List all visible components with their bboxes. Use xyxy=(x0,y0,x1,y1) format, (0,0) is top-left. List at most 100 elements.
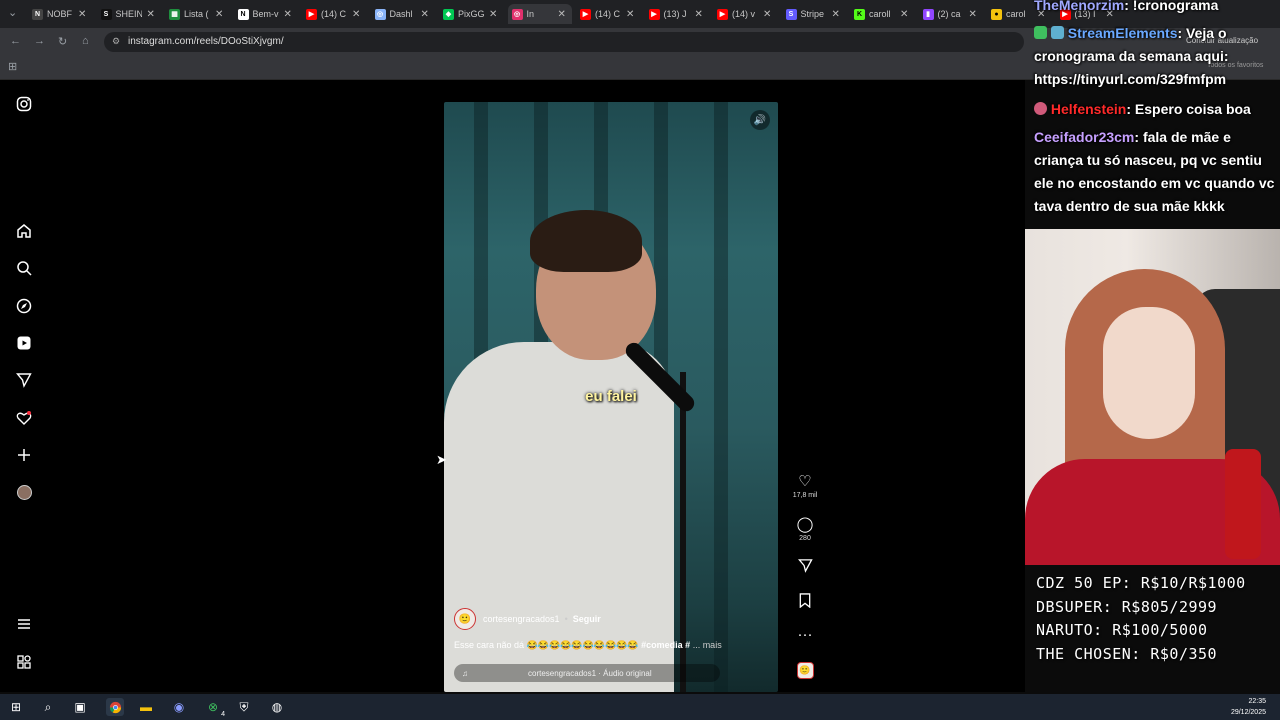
task-view-icon[interactable]: ▣ xyxy=(72,699,88,715)
comment-button[interactable]: ◯ 280 xyxy=(790,515,820,542)
audio-track[interactable]: ♫ cortesengracados1 · Áudio original xyxy=(454,664,720,682)
reels-icon[interactable] xyxy=(14,333,34,353)
close-tab-icon[interactable]: ✕ xyxy=(215,9,223,20)
reel-author[interactable]: 🙂 cortesengracados1 • Seguir xyxy=(454,608,601,630)
close-tab-icon[interactable]: ✕ xyxy=(78,9,86,20)
create-icon[interactable] xyxy=(14,445,34,465)
close-tab-icon[interactable]: ✕ xyxy=(489,9,497,20)
nobf-favicon-icon: N xyxy=(32,8,43,20)
dashboard-favicon-icon: ◎ xyxy=(374,8,386,20)
file-explorer-icon[interactable]: ▬ xyxy=(138,699,154,715)
windows-start-icon[interactable]: ⊞ xyxy=(8,699,24,715)
tab-search-icon[interactable]: ⌄ xyxy=(8,6,17,19)
discord-icon[interactable]: ◉ xyxy=(171,699,187,715)
more-menu-icon[interactable] xyxy=(14,614,34,634)
author-avatar[interactable]: 🙂 xyxy=(454,608,476,630)
reload-icon[interactable]: ↻ xyxy=(58,35,67,48)
browser-tab[interactable]: ▶ (14) C ✕ xyxy=(576,4,641,24)
tab-title: Lista ( xyxy=(184,9,209,19)
profile-icon[interactable] xyxy=(14,482,34,502)
caption-hashtag[interactable]: #comedia # xyxy=(641,640,690,650)
forward-icon[interactable]: → xyxy=(34,35,45,47)
bookmark-icon[interactable] xyxy=(798,593,812,609)
browser-tab[interactable]: Kcaroll ✕ xyxy=(850,4,915,24)
share-button[interactable] xyxy=(790,558,820,578)
browser-tab[interactable]: ▦ Lista (✕ xyxy=(165,4,230,24)
security-icon[interactable]: ⛨ xyxy=(236,699,252,715)
likes-count: 17,8 mil xyxy=(792,492,818,499)
heart-icon[interactable]: ♡ xyxy=(790,472,820,490)
instagram-logo-icon[interactable] xyxy=(14,94,34,114)
browser-tab[interactable]: ▮ (2) ca ✕ xyxy=(919,4,984,24)
close-tab-icon[interactable]: ✕ xyxy=(832,9,840,20)
more-options-icon[interactable]: ··· xyxy=(790,626,820,643)
browser-tab[interactable]: ◎ Dashl ✕ xyxy=(371,4,436,24)
system-clock[interactable]: 22:35 29/12/2025 xyxy=(1231,696,1266,718)
taskbar-search-icon[interactable]: ⌕ xyxy=(40,699,56,715)
audio-thumb-icon[interactable]: 🙂 xyxy=(796,662,814,679)
author-username[interactable]: cortesengracados1 xyxy=(483,614,560,624)
back-icon[interactable]: ← xyxy=(10,35,21,47)
browser-tab[interactable]: ▶ (13) J ✕ xyxy=(645,4,710,24)
close-tab-icon[interactable]: ✕ xyxy=(147,9,155,20)
close-tab-icon[interactable]: ✕ xyxy=(900,9,908,20)
browser-tab[interactable]: ◆ PixGG ✕ xyxy=(439,4,504,24)
browser-tab[interactable]: N NOBF ✕ xyxy=(28,4,93,24)
site-info-icon[interactable]: ⚙ xyxy=(112,36,120,47)
follow-button[interactable]: Seguir xyxy=(573,614,601,624)
browser-tab[interactable]: S Stripe ✕ xyxy=(782,4,847,24)
home-icon[interactable] xyxy=(14,221,34,241)
close-tab-icon[interactable]: ✕ xyxy=(969,9,977,20)
chat-text: : Espero coisa boa xyxy=(1126,101,1251,117)
comment-icon[interactable]: ◯ xyxy=(790,515,820,533)
tab-title: caroll xyxy=(869,9,891,19)
tab-title: (13) J xyxy=(663,9,687,19)
explore-icon[interactable] xyxy=(14,296,34,316)
close-tab-icon[interactable]: ✕ xyxy=(558,9,566,20)
close-tab-icon[interactable]: ✕ xyxy=(421,9,429,20)
instagram-favicon-icon: ◎ xyxy=(511,8,523,20)
reel-video[interactable]: eu falei 🔊 🙂 cortesengracados1 • Seguir … xyxy=(444,102,778,692)
notion-favicon-icon: N xyxy=(237,8,249,20)
close-tab-icon[interactable]: ✕ xyxy=(284,9,292,20)
close-tab-icon[interactable]: ✕ xyxy=(695,9,703,20)
xbox-icon[interactable]: ⊗ 4 xyxy=(205,699,225,718)
close-tab-icon[interactable]: ✕ xyxy=(626,9,634,20)
goal-line: NARUTO: R$100/5000 xyxy=(1036,621,1208,639)
apps-grid-icon[interactable]: ⊞ xyxy=(8,60,17,73)
chrome-icon[interactable] xyxy=(106,698,124,716)
like-button[interactable]: ♡ 17,8 mil xyxy=(790,472,820,499)
browser-tab[interactable]: S SHEIN ✕ xyxy=(97,4,162,24)
tab-title: (14) C xyxy=(321,9,347,19)
address-bar[interactable]: ⚙ instagram.com/reels/DOoStiXjvgm/ xyxy=(104,32,1024,52)
browser-tab[interactable]: ◎ In ✕ xyxy=(507,4,572,24)
more-options-button[interactable]: ··· xyxy=(790,626,820,643)
chat-message: Ceeifador23cm: fala de mãe e criança tu … xyxy=(1034,126,1278,218)
url-text: instagram.com/reels/DOoStiXjvgm/ xyxy=(128,36,284,47)
volume-icon[interactable]: 🔊 xyxy=(750,110,770,130)
save-button[interactable] xyxy=(790,593,820,613)
audio-thumbnail[interactable]: 🙂 xyxy=(790,662,820,679)
notifications-icon[interactable] xyxy=(14,408,34,428)
audio-label[interactable]: cortesengracados1 · Áudio original xyxy=(528,669,652,678)
kick-favicon-icon: K xyxy=(854,8,865,20)
caption-more-link[interactable]: ... mais xyxy=(693,640,722,650)
browser-tab[interactable]: ▶ (14) v ✕ xyxy=(713,4,778,24)
browser-tab[interactable]: N Bem-v ✕ xyxy=(234,4,299,24)
tab-title: Dashl xyxy=(389,9,413,19)
pixgg-favicon-icon: ◆ xyxy=(443,8,454,20)
music-note-icon: ♫ xyxy=(462,668,468,678)
home-browser-icon[interactable]: ⌂ xyxy=(82,35,89,47)
caption-text: Esse cara não dá xyxy=(454,640,525,650)
tab-title: (14) v xyxy=(732,9,756,19)
comedian-hair xyxy=(530,210,642,272)
share-icon[interactable] xyxy=(797,558,813,573)
search-icon[interactable] xyxy=(14,258,34,278)
close-tab-icon[interactable]: ✕ xyxy=(763,9,771,20)
comments-count: 280 xyxy=(799,535,811,542)
close-tab-icon[interactable]: ✕ xyxy=(352,9,360,20)
also-from-meta-icon[interactable] xyxy=(14,652,34,672)
browser-tab[interactable]: ▶ (14) C ✕ xyxy=(302,4,367,24)
messages-icon[interactable] xyxy=(14,370,34,390)
obs-icon[interactable]: ◍ xyxy=(269,699,285,715)
